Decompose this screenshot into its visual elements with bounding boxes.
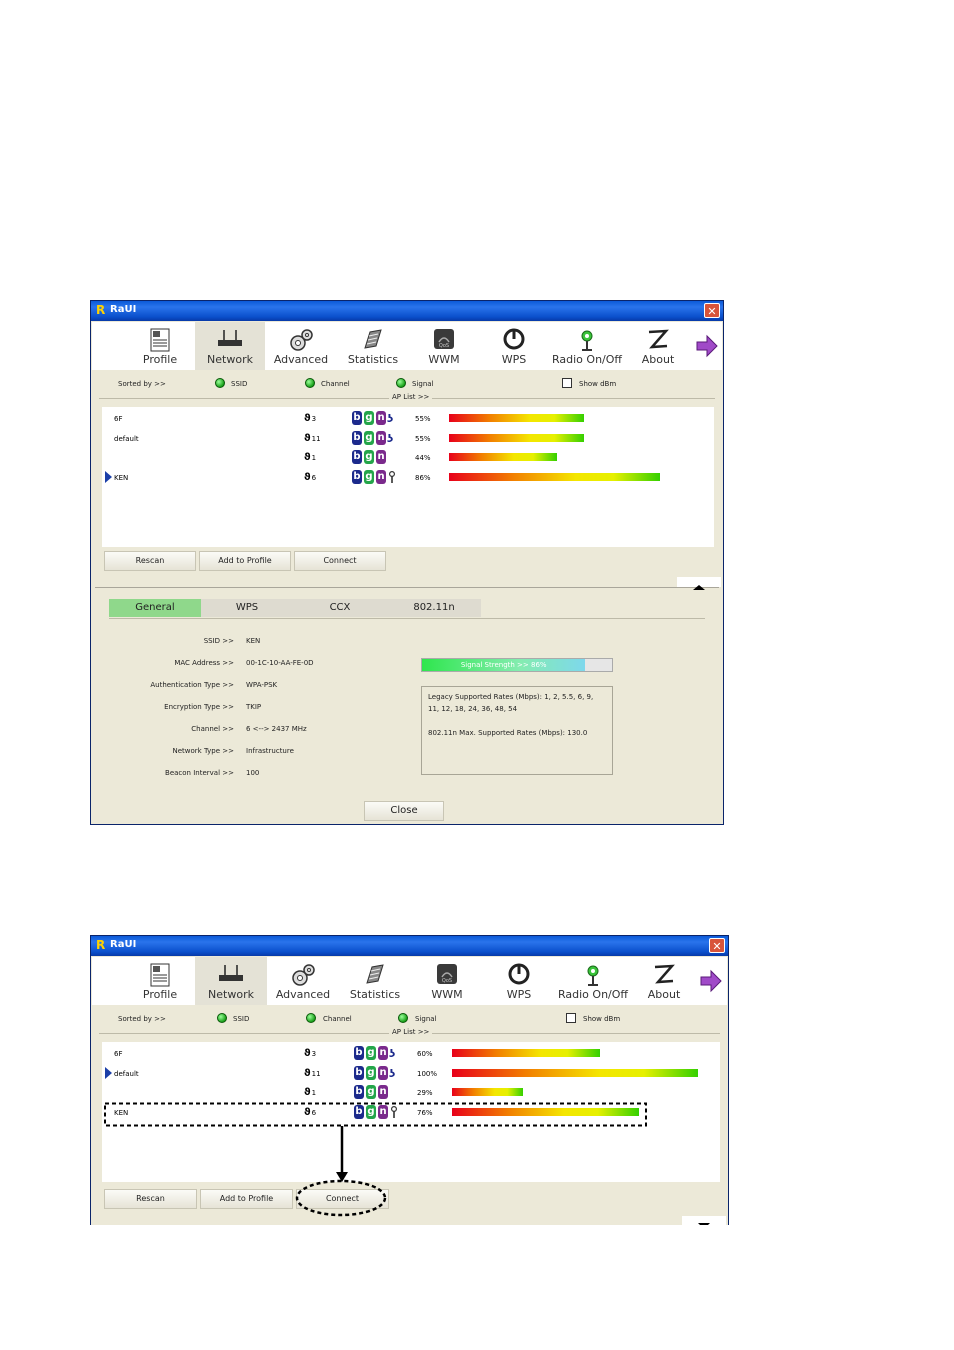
highlight-connect-ellipse <box>295 1179 387 1217</box>
annotation-overlay <box>104 1102 647 1217</box>
highlight-ken-row-box <box>104 1102 647 1127</box>
